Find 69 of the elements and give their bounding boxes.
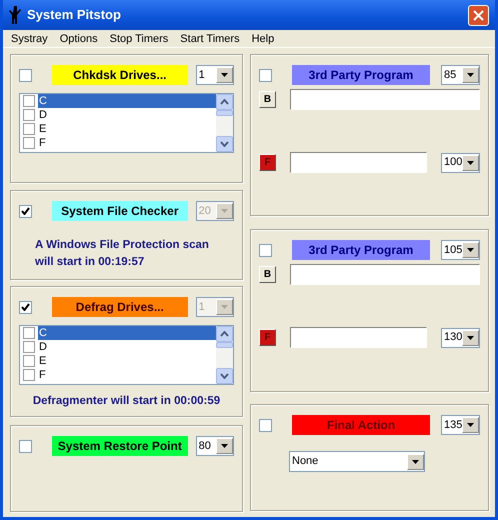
list-item[interactable]: D: [38, 340, 216, 354]
task-label: 3rd Party Program: [292, 240, 430, 260]
check-icon: [21, 303, 30, 311]
caret-icon: [412, 460, 419, 464]
task-label: Defrag Drives...: [52, 297, 188, 317]
scrollbar-thumb[interactable]: [216, 110, 233, 116]
list-item[interactable]: E: [38, 122, 216, 136]
checkbox[interactable]: [259, 68, 272, 82]
checkbox[interactable]: [19, 68, 32, 82]
task-label: 3rd Party Program: [292, 65, 430, 85]
list-item[interactable]: E: [38, 354, 216, 368]
browse-button[interactable]: B: [259, 266, 276, 283]
caret-icon: [467, 160, 474, 164]
interval-dropdown[interactable]: 85: [441, 65, 480, 85]
task-label: System File Checker: [52, 201, 188, 221]
menu-item[interactable]: Stop Timers: [104, 30, 174, 47]
program-path-field[interactable]: [290, 89, 480, 110]
caret-icon: [221, 73, 228, 77]
menu-item[interactable]: Systray: [5, 30, 54, 47]
checkbox[interactable]: [23, 369, 35, 381]
caret-icon: [221, 305, 228, 309]
caret-icon: [467, 423, 474, 427]
checkbox[interactable]: [19, 440, 32, 452]
list-item[interactable]: D: [38, 108, 216, 122]
check-icon: [21, 207, 30, 215]
close-icon: [473, 10, 484, 20]
task-label: System Restore Point: [52, 436, 188, 456]
caret-icon: [467, 73, 474, 77]
file-path-field[interactable]: [290, 327, 427, 348]
checkbox[interactable]: [23, 327, 35, 339]
figure-icon: [9, 6, 21, 24]
interval-dropdown[interactable]: 130: [441, 328, 480, 348]
checkbox[interactable]: [23, 123, 35, 135]
caret-icon: [467, 336, 474, 340]
browse-button[interactable]: B: [259, 91, 276, 108]
status-message: Defragmenter will start in 00:00:59: [32, 394, 222, 409]
menu-item[interactable]: Start Timers: [174, 30, 246, 47]
checkbox[interactable]: [23, 95, 35, 107]
checkbox[interactable]: [23, 109, 35, 121]
caret-icon: [221, 209, 228, 213]
file-path-field[interactable]: [290, 152, 427, 173]
list-item[interactable]: C: [38, 94, 216, 108]
checkbox[interactable]: [19, 300, 32, 314]
window-title: System Pitstop: [27, 6, 121, 24]
scrollbar-thumb[interactable]: [216, 342, 233, 348]
task-label: Chkdsk Drives...: [52, 65, 188, 85]
status-message: A Windows File Protection scan will start in 00:19:57: [35, 238, 210, 270]
caret-icon: [467, 248, 474, 252]
menu-item[interactable]: Options: [54, 30, 104, 47]
list-item[interactable]: F: [38, 368, 216, 382]
checkbox[interactable]: [23, 137, 35, 149]
caret-icon: [221, 444, 228, 448]
list-item[interactable]: F: [38, 136, 216, 150]
checkbox[interactable]: [259, 244, 272, 256]
checkbox[interactable]: [23, 341, 35, 353]
interval-dropdown[interactable]: 100: [441, 152, 480, 172]
list-item[interactable]: C: [38, 326, 216, 340]
checkbox[interactable]: [259, 418, 272, 432]
program-path-field[interactable]: [290, 264, 480, 285]
menu-item[interactable]: Help: [246, 30, 280, 47]
interval-dropdown[interactable]: 1: [196, 65, 234, 85]
checkbox[interactable]: [23, 355, 35, 367]
task-label: Final Action: [292, 415, 430, 435]
interval-dropdown[interactable]: 80: [196, 436, 234, 456]
interval-dropdown[interactable]: 135: [441, 415, 480, 435]
checkbox[interactable]: [19, 204, 32, 218]
action-dropdown[interactable]: None: [289, 451, 425, 472]
close-button[interactable]: [468, 4, 489, 26]
interval-dropdown[interactable]: 105: [441, 240, 480, 260]
